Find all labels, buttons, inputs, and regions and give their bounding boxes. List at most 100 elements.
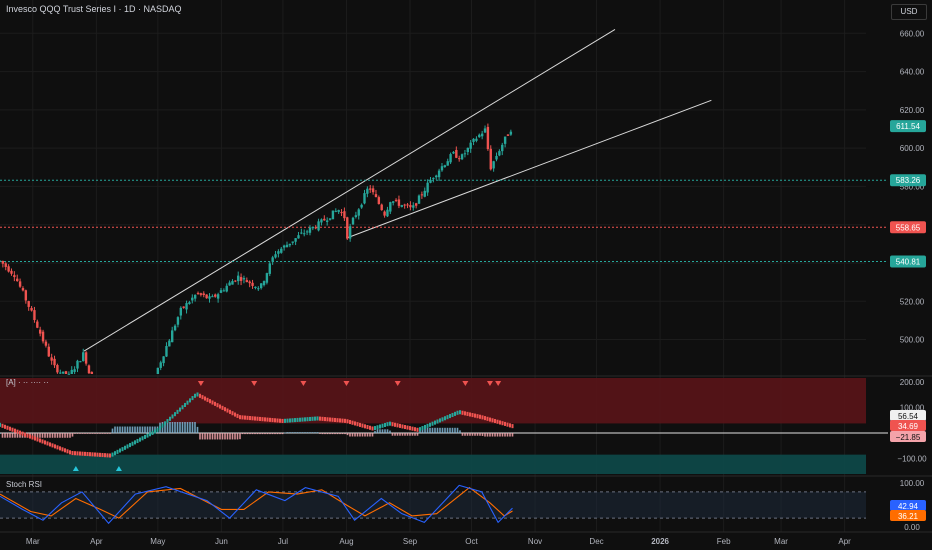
histogram-bar (449, 427, 451, 434)
candle-body (33, 310, 36, 321)
wave-band (74, 451, 76, 456)
histogram-bar (241, 433, 244, 435)
wave-band (421, 426, 424, 431)
histogram-bar (259, 433, 261, 435)
histogram-bar (116, 426, 119, 434)
histogram-bar (371, 433, 374, 437)
wave-band (124, 445, 126, 450)
histogram-bar (236, 433, 239, 440)
histogram-bar (169, 421, 171, 434)
histogram-bar (64, 433, 66, 438)
histogram-bar (496, 433, 499, 437)
wave-band (429, 422, 431, 427)
currency-button[interactable]: USD (891, 4, 927, 20)
histogram-bar (504, 433, 506, 437)
histogram-bar (464, 433, 466, 436)
histogram-bar (6, 433, 9, 438)
x-tick-label: 2026 (651, 537, 669, 546)
candle-body (248, 281, 251, 284)
wave-band (401, 424, 404, 429)
x-tick-label: Sep (403, 537, 418, 546)
wave-band (279, 418, 281, 423)
candle-body (44, 341, 48, 346)
histogram-bar (246, 433, 249, 435)
histogram-bar (344, 433, 346, 435)
histogram-bar (406, 433, 409, 436)
candle-body (455, 149, 458, 158)
candle-body (371, 188, 375, 193)
candle-body (225, 285, 228, 292)
x-tick-label: Feb (717, 537, 731, 546)
wave-band (176, 409, 179, 414)
histogram-bar (451, 427, 454, 434)
candle-body (277, 251, 280, 254)
wave-band (479, 414, 481, 419)
stoch-tick-label: 0.00 (904, 523, 920, 532)
histogram-bar (69, 433, 71, 438)
histogram-bar (149, 426, 151, 434)
histogram-bar (491, 433, 494, 437)
histogram-bar (384, 429, 386, 434)
histogram-bar (86, 433, 89, 434)
wave-band (344, 418, 346, 423)
candle-body (205, 294, 208, 299)
wave-band (226, 408, 229, 413)
histogram-bar (264, 433, 266, 435)
candle-body (59, 372, 62, 374)
candle-body (219, 290, 223, 293)
wave-band (364, 424, 366, 429)
histogram-bar (326, 433, 329, 435)
histogram-bar (49, 433, 51, 438)
wave-band (474, 413, 476, 418)
histogram-bar (51, 433, 54, 438)
histogram-bar (176, 421, 179, 434)
wave-band (146, 433, 149, 438)
histogram-bar (426, 427, 429, 434)
osc-value-label: 34.69 (898, 422, 919, 431)
wave-band (419, 427, 421, 432)
horizontal-levels (0, 179, 888, 262)
histogram-bar (106, 433, 109, 434)
candle-body (495, 155, 498, 160)
wave-band (341, 418, 344, 423)
histogram-bar (104, 433, 106, 434)
wave-band (9, 426, 11, 431)
wave-band (291, 418, 294, 423)
time-axis: Mar Apr May Jun Jul Aug Sep Oct Nov Dec 2026 Feb Mar… (26, 537, 851, 546)
wave-band (76, 451, 79, 456)
candle-body (412, 205, 415, 208)
wave-band (151, 430, 154, 435)
wave-band (261, 417, 264, 422)
wave-band (99, 452, 101, 457)
price-tick-label: 500.00 (900, 336, 925, 345)
wave-band (221, 405, 224, 410)
wave-band (444, 416, 446, 421)
candle-body (245, 280, 249, 283)
candle-body (426, 182, 429, 193)
wave-band (499, 420, 501, 425)
histogram-bar (216, 433, 219, 440)
candle-body (323, 218, 326, 221)
wave-band (339, 418, 341, 423)
candle-body (193, 294, 197, 299)
candle-body (27, 301, 30, 307)
histogram-bar (46, 433, 49, 438)
candle-body (389, 202, 392, 212)
candle-body (363, 193, 366, 204)
histogram-bar (81, 433, 84, 434)
wave-band (356, 422, 359, 427)
histogram-bar (404, 433, 406, 436)
candle-body (211, 296, 214, 298)
candle-body (452, 151, 455, 154)
wave-band (286, 418, 289, 423)
histogram-bar (271, 433, 274, 435)
candle-body (414, 203, 418, 206)
wave-band (504, 421, 506, 426)
wave-band (361, 423, 364, 428)
wave-band (144, 434, 146, 439)
wave-band (409, 426, 411, 431)
wave-band (406, 425, 409, 430)
wave-band (411, 426, 414, 431)
histogram-bar (211, 433, 214, 440)
candle-body (282, 245, 286, 248)
